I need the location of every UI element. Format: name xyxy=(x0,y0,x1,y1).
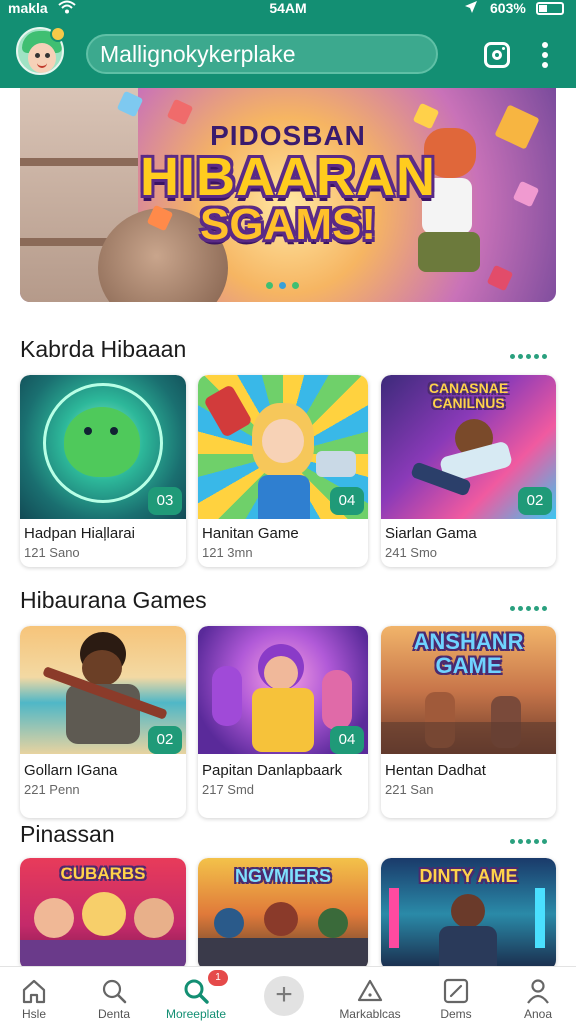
game-card[interactable]: 04 Papitan Danlapbaark 217 Smd xyxy=(198,626,368,818)
profile-icon xyxy=(527,979,549,1004)
home-icon xyxy=(22,979,46,1004)
thumbnail-caption: DINTY AME xyxy=(419,866,518,886)
game-title: Hanitan Game xyxy=(202,525,299,542)
see-more-dots-icon[interactable] xyxy=(510,598,552,611)
thumbnail-caption: ANSHANR GAME xyxy=(413,629,524,678)
edit-icon xyxy=(443,978,469,1004)
game-meta: 241 Smo xyxy=(385,545,438,560)
status-bar: makla 54AM 603% xyxy=(0,0,576,18)
notification-badge: 1 xyxy=(208,970,228,986)
see-more-dots-icon[interactable] xyxy=(510,831,552,844)
game-thumbnail: CUBARBS xyxy=(20,858,186,970)
game-meta: 217 Smd xyxy=(202,782,255,797)
banner-title: HIBAARAN xyxy=(140,147,436,207)
nav-label: Denta xyxy=(97,1007,131,1021)
game-card[interactable]: CUBARBS xyxy=(20,858,186,970)
thumbnail-caption: NGVMIERS xyxy=(234,866,331,886)
game-card[interactable]: ANSHANR GAME Hentan Dadhat 221 San xyxy=(381,626,556,818)
section-title: Hibaurana Games xyxy=(20,587,207,613)
game-card[interactable]: 03 Hadpan Hiaļlarai 121 Sano xyxy=(20,375,186,567)
thumbnail-caption: CANASNAE CANILNUS xyxy=(428,380,509,411)
nav-profile[interactable]: Anoa xyxy=(498,967,576,1024)
warning-icon xyxy=(357,979,383,1002)
instagram-icon[interactable] xyxy=(484,42,510,68)
game-thumbnail: NGVMIERS xyxy=(198,858,368,970)
game-meta: 221 San xyxy=(385,782,434,797)
nav-label: Moreeplate xyxy=(165,1007,227,1021)
rank-badge: 02 xyxy=(148,726,182,754)
kebab-menu-icon[interactable] xyxy=(540,42,550,70)
avatar-badge-icon xyxy=(50,26,66,42)
top-app-bar: makla 54AM 603% Mallignokykerplake xyxy=(0,0,576,88)
game-card[interactable]: NGVMIERS xyxy=(198,858,368,970)
battery-percent: 603% xyxy=(490,0,526,16)
nav-dems[interactable]: Dems xyxy=(416,967,496,1024)
hero-banner[interactable]: PIDOSBAN HIBAARAN SGAMS! xyxy=(20,88,556,302)
rank-badge: 03 xyxy=(148,487,182,515)
carousel-dot[interactable] xyxy=(279,282,286,289)
banner-title-line2: SGAMS! xyxy=(200,200,376,249)
game-title: Gollarn IGana xyxy=(24,762,118,779)
search-active-icon xyxy=(184,979,209,1004)
carousel-dot[interactable] xyxy=(292,282,299,289)
game-meta: 121 3mn xyxy=(202,545,253,560)
add-button[interactable]: + xyxy=(264,976,304,1016)
game-card[interactable]: 02 Gollarn IGana 221 Penn xyxy=(20,626,186,818)
see-more-dots-icon[interactable] xyxy=(510,346,552,359)
carousel-dots[interactable] xyxy=(266,276,305,294)
location-arrow-icon xyxy=(465,1,477,13)
game-meta: 221 Penn xyxy=(24,782,80,797)
game-title: Hentan Dadhat xyxy=(385,762,486,779)
game-card[interactable]: 04 Hanitan Game 121 3mn xyxy=(198,375,368,567)
game-title: Siarlan Gama xyxy=(385,525,477,542)
game-title: Papitan Danlapbaark xyxy=(202,762,343,779)
carousel-dot[interactable] xyxy=(266,282,273,289)
rank-badge: 02 xyxy=(518,487,552,515)
nav-markets[interactable]: Markablcas xyxy=(330,967,410,1024)
game-thumbnail: DINTY AME xyxy=(381,858,556,970)
game-meta: 121 Sano xyxy=(24,545,80,560)
nav-search[interactable]: Denta xyxy=(74,967,154,1024)
search-icon xyxy=(102,979,127,1004)
nav-home[interactable]: Hsle xyxy=(0,967,74,1024)
section-title: Pinassan xyxy=(20,821,115,847)
battery-icon xyxy=(536,2,564,15)
game-card[interactable]: CANASNAE CANILNUS 02 Siarlan Gama 241 Sm… xyxy=(381,375,556,567)
rank-badge: 04 xyxy=(330,487,364,515)
rank-badge: 04 xyxy=(330,726,364,754)
game-title: Hadpan Hiaļlarai xyxy=(24,525,135,542)
game-thumbnail: ANSHANR GAME xyxy=(381,626,556,754)
thumbnail-caption: CUBARBS xyxy=(60,864,146,883)
section-title: Kabrda Hibaaan xyxy=(20,336,187,362)
nav-label: Dems xyxy=(440,1007,472,1021)
nav-label: Hsle xyxy=(21,1007,46,1021)
game-card[interactable]: DINTY AME xyxy=(381,858,556,970)
nav-label: Markablcas xyxy=(339,1007,401,1021)
nav-label: Anoa xyxy=(523,1007,553,1021)
search-input[interactable]: Mallignokykerplake xyxy=(86,34,438,74)
